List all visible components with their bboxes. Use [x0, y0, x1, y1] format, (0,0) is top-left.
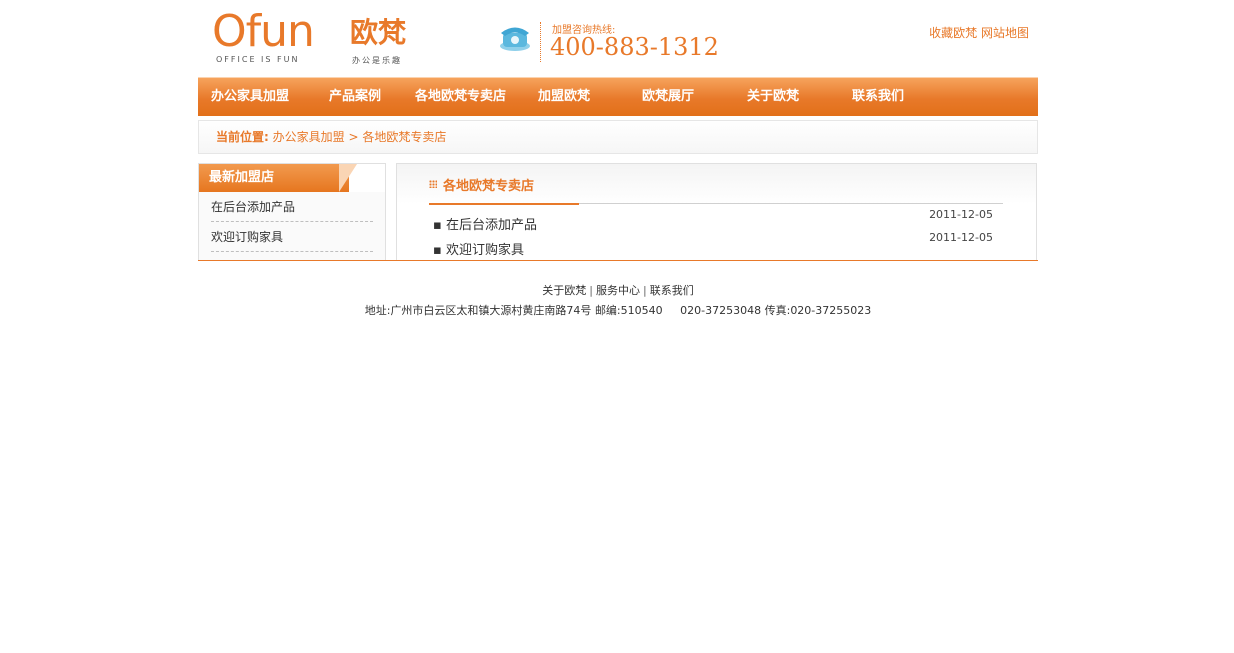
main-area: 最新加盟店 在后台添加产品 欢迎订购家具 各地欧梵专卖店 ▪ 在后台添加产品 2…: [198, 163, 1038, 261]
phone-value: 020-37253048: [680, 304, 762, 317]
sidebar-item[interactable]: 欢迎订购家具: [211, 222, 373, 252]
nav-item-about[interactable]: 关于欧梵: [747, 78, 799, 116]
header: Ofun 欧梵 OFFICE IS FUN 办公是乐趣 加盟咨询热线: 400-…: [198, 0, 1038, 77]
logo-slogan-cn: 办公是乐趣: [352, 56, 402, 65]
list-item: ▪ 在后台添加产品 2011-12-05: [433, 208, 993, 234]
news-title[interactable]: ▪ 在后台添加产品: [433, 214, 537, 233]
address-label: 地址:: [364, 304, 391, 317]
breadcrumb-separator: >: [344, 130, 363, 144]
nav-item-showroom[interactable]: 欧梵展厅: [642, 78, 694, 116]
page: Ofun 欧梵 OFFICE IS FUN 办公是乐趣 加盟咨询热线: 400-…: [198, 0, 1038, 319]
sidebar-title-tail: [339, 164, 357, 192]
hotline-number: 400-883-1312: [550, 33, 719, 61]
news-date: 2011-12-05: [929, 231, 993, 244]
sidebar: 最新加盟店 在后台添加产品 欢迎订购家具: [198, 163, 386, 261]
footer-link-service[interactable]: 服务中心: [596, 284, 640, 297]
zip-value: 510540: [620, 304, 663, 317]
nav-item-franchise-furniture[interactable]: 办公家具加盟: [211, 78, 289, 116]
news-title[interactable]: ▪ 欢迎订购家具: [433, 239, 524, 258]
nav-item-local-stores[interactable]: 各地欧梵专卖店: [415, 78, 506, 116]
nav-item-join[interactable]: 加盟欧梵: [538, 78, 590, 116]
footer-address: 地址:广州市白云区太和镇大源村黄庄南路74号 邮编:510540 020-372…: [198, 303, 1038, 319]
nav-item-contact[interactable]: 联系我们: [852, 78, 904, 116]
telephone-icon: [500, 27, 530, 51]
news-title-text: 欢迎订购家具: [445, 243, 524, 258]
sidebar-item[interactable]: 在后台添加产品: [211, 192, 373, 222]
breadcrumb: 当前位置: 办公家具加盟 > 各地欧梵专卖店: [198, 120, 1038, 154]
content-header: 各地欧梵专卖店: [397, 164, 1036, 204]
logo-en: Ofun: [212, 6, 315, 57]
address-value: 广州市白云区太和镇大源村黄庄南路74号: [390, 304, 592, 317]
list-item: ▪ 欢迎订购家具 2011-12-05: [433, 231, 993, 259]
breadcrumb-current[interactable]: 各地欧梵专卖店: [362, 130, 446, 144]
zip-label: 邮编:: [594, 304, 621, 317]
footer-link-contact[interactable]: 联系我们: [650, 284, 694, 297]
bookmark-link[interactable]: 收藏欧梵: [929, 26, 977, 40]
footer-links: 关于欧梵 | 服务中心 | 联系我们: [198, 283, 1038, 299]
sidebar-title: 最新加盟店: [199, 164, 385, 192]
news-date: 2011-12-05: [929, 208, 993, 221]
content-panel: 各地欧梵专卖店 ▪ 在后台添加产品 2011-12-05 ▪ 欢迎订购家具 20…: [396, 163, 1037, 261]
footer: 关于欧梵 | 服务中心 | 联系我们 地址:广州市白云区太和镇大源村黄庄南路74号 邮编…: [198, 283, 1038, 319]
news-title-text: 在后台添加产品: [445, 218, 537, 233]
top-links: 收藏欧梵 网站地图: [929, 24, 1029, 41]
breadcrumb-home[interactable]: 办公家具加盟: [273, 130, 345, 144]
sidebar-title-text: 最新加盟店: [209, 170, 275, 185]
logo-cn: 欧梵: [350, 16, 407, 49]
logo-slogan-en: OFFICE IS FUN: [216, 55, 300, 64]
content-bottom-line: [198, 260, 1038, 261]
footer-separator: |: [589, 284, 593, 297]
sitemap-link[interactable]: 网站地图: [981, 26, 1029, 40]
fax-value: 020-37255023: [790, 304, 872, 317]
content-title: 各地欧梵专卖店: [443, 179, 535, 194]
breadcrumb-label: 当前位置:: [216, 130, 269, 144]
hotline-divider: [540, 22, 541, 62]
nav-item-product-cases[interactable]: 产品案例: [329, 78, 381, 116]
logo[interactable]: Ofun 欧梵 OFFICE IS FUN 办公是乐趣: [212, 6, 412, 68]
hotline: 加盟咨询热线: 400-883-1312: [498, 18, 719, 68]
logo-wordmark: Ofun: [212, 6, 315, 57]
grid-dots-icon: [429, 180, 437, 188]
fax-label: 传真:: [764, 304, 791, 317]
main-nav: 办公家具加盟 产品案例 各地欧梵专卖店 加盟欧梵 欧梵展厅 关于欧梵 联系我们: [198, 77, 1038, 116]
footer-link-about[interactable]: 关于欧梵: [542, 284, 586, 297]
footer-separator: |: [643, 284, 647, 297]
content-divider: [429, 203, 1003, 205]
